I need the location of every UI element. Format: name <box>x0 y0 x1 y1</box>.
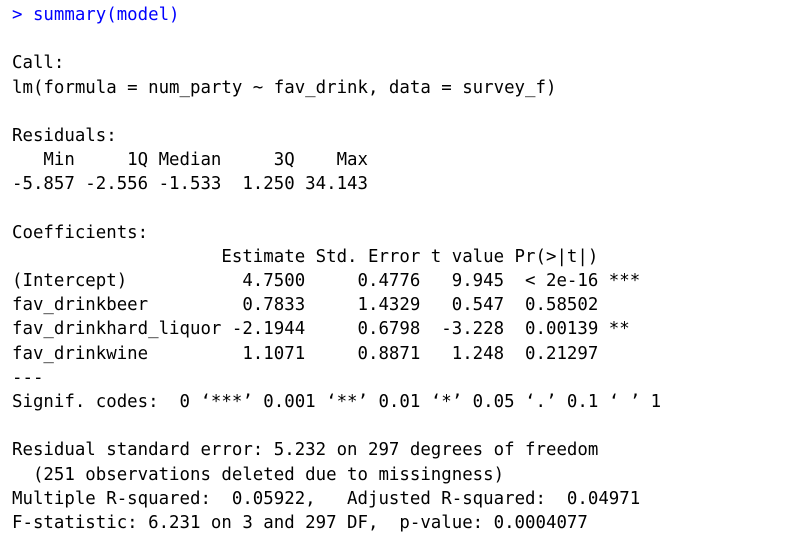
call-formula: lm(formula = num_party ~ fav_drink, data… <box>12 77 557 98</box>
deleted-observations-note: (251 observations deleted due to missing… <box>12 464 505 485</box>
residuals-values-row: -5.857 -2.556 -1.533 1.250 34.143 <box>12 174 379 195</box>
coef-row-hard-liquor: fav_drinkhard_liquor -2.1944 0.6798 -3.2… <box>12 319 641 340</box>
residual-standard-error: Residual standard error: 5.232 on 297 de… <box>12 440 599 461</box>
coef-row-beer: fav_drinkbeer 0.7833 1.4329 0.547 0.5850… <box>12 295 641 316</box>
residuals-labels-row: Min 1Q Median 3Q Max <box>12 150 379 171</box>
f-statistic-line: F-statistic: 6.231 on 3 and 297 DF, p-va… <box>12 512 588 533</box>
separator-line: --- <box>12 367 44 388</box>
r-console-output: > summary(model) Call: lm(formula = num_… <box>12 3 797 535</box>
coef-row-wine: fav_drinkwine 1.1071 0.8871 1.248 0.2129… <box>12 343 641 364</box>
call-header: Call: <box>12 53 65 74</box>
signif-codes: Signif. codes: 0 ‘***’ 0.001 ‘**’ 0.01 ‘… <box>12 392 662 412</box>
r-squared-line: Multiple R-squared: 0.05922, Adjusted R-… <box>12 488 651 509</box>
residuals-header: Residuals: <box>12 125 117 146</box>
coef-row-intercept: (Intercept) 4.7500 0.4776 9.945 < 2e-16 … <box>12 271 641 292</box>
coefficients-header: Coefficients: <box>12 222 149 243</box>
coef-table-header: Estimate Std. Error t value Pr(>|t|) <box>12 246 641 267</box>
command-prompt-line[interactable]: > summary(model) <box>12 3 797 27</box>
